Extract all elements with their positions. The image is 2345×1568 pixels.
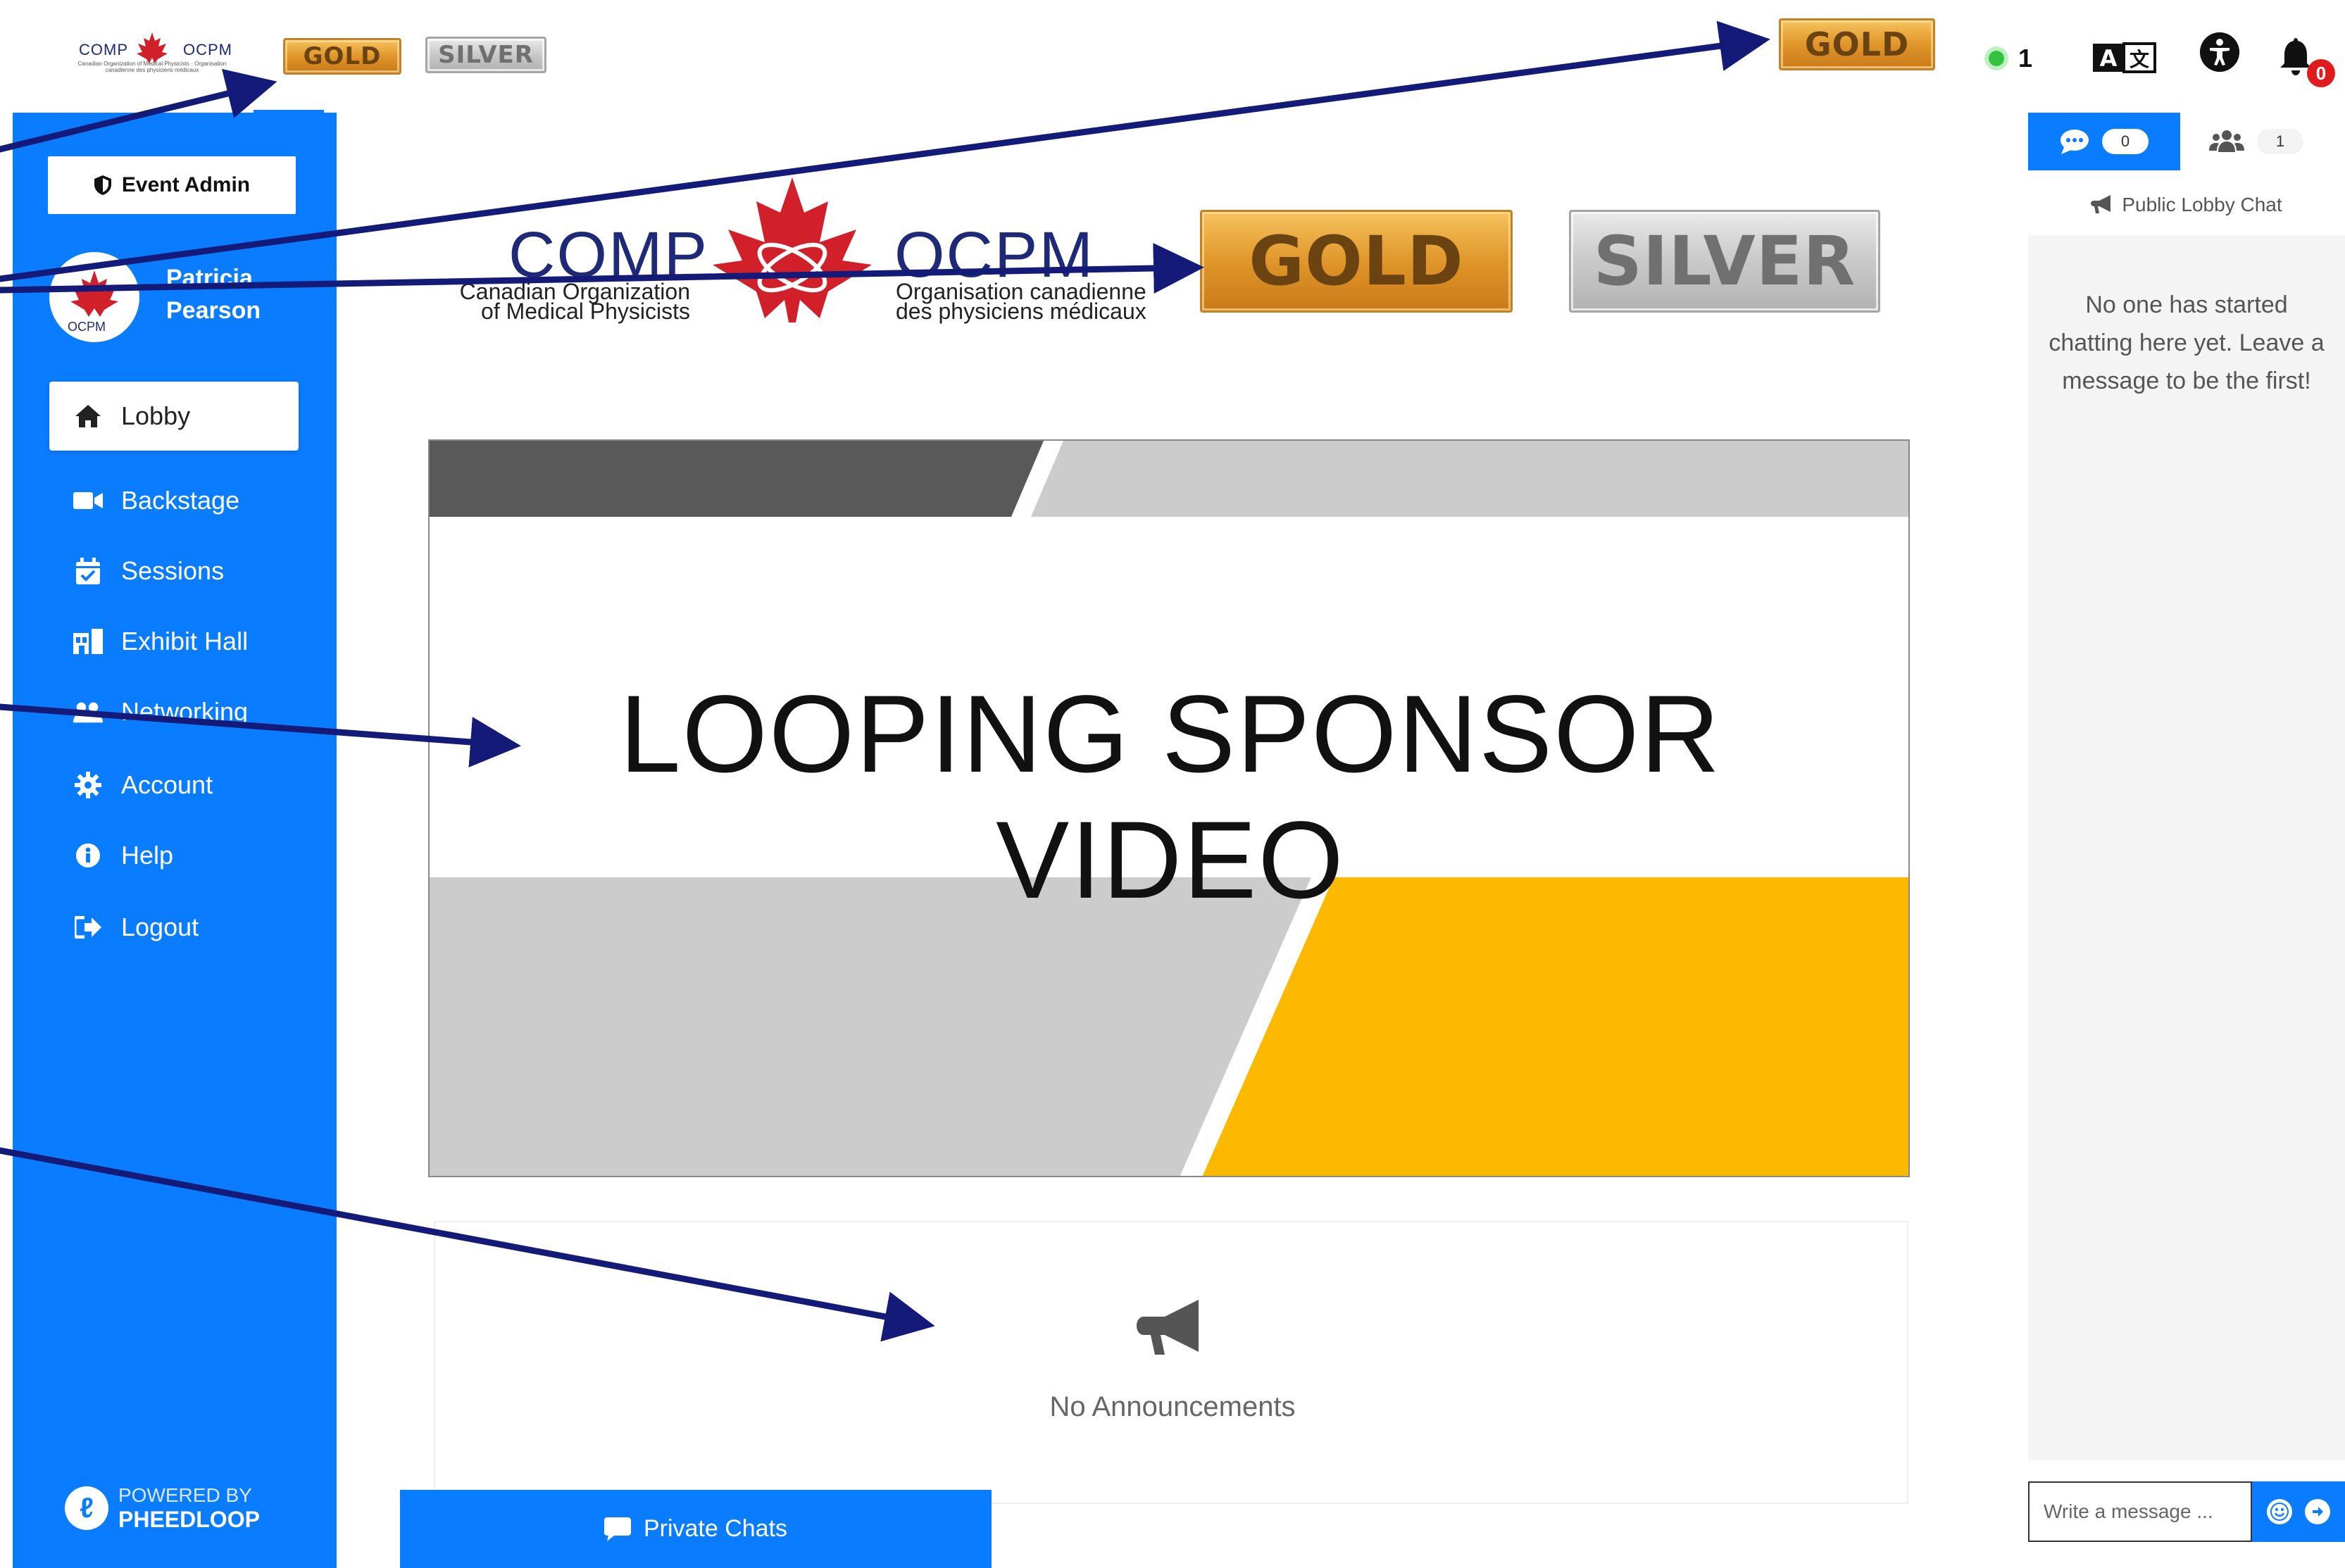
chat-count: 0 <box>2102 129 2149 154</box>
silver-sponsor-badge-large[interactable]: SILVER <box>1569 210 1880 313</box>
chat-messages-area[interactable]: No one has started chatting here yet. Le… <box>2028 235 2345 1460</box>
tab-attendees[interactable]: 1 <box>2180 113 2332 170</box>
header-logo-comp: COMP <box>79 41 128 58</box>
emoji-icon[interactable] <box>2267 1499 2292 1524</box>
chat-tabs: 0 1 <box>2028 113 2345 170</box>
sidebar-item-exhibit-hall[interactable]: Exhibit Hall <box>49 607 299 676</box>
sidebar-item-lobby[interactable]: Lobby <box>49 382 299 451</box>
private-chats-label: Private Chats <box>643 1515 788 1542</box>
online-dot-icon <box>1989 51 2004 66</box>
user-last-name: Pearson <box>166 297 261 324</box>
notification-count-badge: 0 <box>2307 59 2335 87</box>
gold-sponsor-badge-small[interactable]: GOLD <box>283 38 401 75</box>
logout-icon <box>73 912 103 942</box>
user-first-name: Patricia <box>166 265 253 291</box>
maple-leaf-icon <box>137 32 168 63</box>
home-icon <box>73 401 103 431</box>
chat-empty-message: No one has started chatting here yet. Le… <box>2049 291 2325 394</box>
gold-sponsor-badge-large[interactable]: GOLD <box>1200 210 1513 313</box>
header-logo-ocpm: OCPM <box>183 41 232 58</box>
private-chats-button[interactable]: Private Chats <box>400 1490 992 1568</box>
online-count: 1 <box>2018 44 2033 73</box>
svg-text:A: A <box>2100 45 2118 72</box>
maple-leaf-logo-icon <box>713 177 872 322</box>
sidebar-item-label: Networking <box>121 697 249 726</box>
video-title: LOOPING SPONSOR VIDEO <box>619 673 1722 922</box>
sidebar-item-label: Account <box>121 770 213 799</box>
avatar-text: OCPM <box>68 320 106 334</box>
bullhorn-icon <box>2091 195 2111 213</box>
chat-heading-label: Public Lobby Chat <box>2122 194 2282 215</box>
sidebar-item-label: Sessions <box>121 556 225 585</box>
chat-bubble-icon <box>604 1517 631 1541</box>
sidebar-item-account[interactable]: Account <box>49 751 299 820</box>
info-icon <box>73 841 103 870</box>
powered-by-brand: PHEEDLOOP <box>118 1507 260 1532</box>
megaphone-icon <box>1137 1300 1199 1355</box>
powered-by-label: POWERED BY <box>118 1484 252 1506</box>
header-logo[interactable]: COMP OCPM Canadian Organization of Medic… <box>65 28 239 82</box>
tab-chat[interactable]: 0 <box>2028 113 2180 170</box>
users-icon <box>2209 130 2244 152</box>
chat-composer <box>2028 1481 2345 1542</box>
exhibit-hall-icon <box>73 627 103 656</box>
event-admin-button[interactable]: Event Admin <box>48 156 296 214</box>
online-status: 1 <box>1989 44 2032 73</box>
video-camera-icon <box>73 486 103 515</box>
comment-dots-icon <box>2061 130 2089 154</box>
chat-actions <box>2252 1481 2345 1542</box>
chat-heading: Public Lobby Chat <box>2028 180 2345 230</box>
accessibility-icon[interactable] <box>2200 32 2239 72</box>
sidebar-top-edge <box>254 110 324 118</box>
users-icon <box>73 697 103 727</box>
sidebar-item-help[interactable]: Help <box>49 821 299 890</box>
pheedloop-logo-icon: ℓ <box>65 1486 108 1530</box>
silver-sponsor-badge-small[interactable]: SILVER <box>425 37 546 73</box>
banner-french-line2: des physiciens médicaux <box>896 299 1146 324</box>
sidebar-item-networking[interactable]: Networking <box>49 677 299 746</box>
sidebar-item-sessions[interactable]: Sessions <box>49 537 299 606</box>
sidebar-item-logout[interactable]: Logout <box>49 893 299 962</box>
sponsor-video-player[interactable]: LOOPING SPONSOR VIDEO <box>428 439 1910 1177</box>
sidebar-item-label: Backstage <box>121 486 240 515</box>
sidebar-item-label: Help <box>121 841 174 870</box>
avatar[interactable]: OCPM <box>49 252 139 342</box>
sidebar-item-label: Exhibit Hall <box>121 627 249 656</box>
gold-sponsor-badge-right[interactable]: GOLD <box>1779 18 1935 70</box>
attendee-count: 1 <box>2257 129 2303 154</box>
send-icon[interactable] <box>2305 1499 2330 1524</box>
chat-message-input[interactable] <box>2028 1481 2252 1542</box>
sidebar-item-backstage[interactable]: Backstage <box>49 466 299 535</box>
top-bar: COMP OCPM Canadian Organization of Medic… <box>0 0 2345 113</box>
calendar-check-icon <box>73 556 103 586</box>
gear-icon <box>73 770 103 800</box>
sidebar-item-label: Lobby <box>121 401 191 430</box>
banner-english-line2: of Medical Physicists <box>481 299 690 324</box>
powered-by-pheedloop[interactable]: ℓ POWERED BY PHEEDLOOP <box>65 1484 260 1532</box>
translate-icon[interactable]: A 文 <box>2093 39 2158 75</box>
shield-icon <box>94 175 111 195</box>
no-announcements-text: No Announcements <box>1049 1391 1296 1422</box>
event-admin-label: Event Admin <box>121 173 251 196</box>
sidebar-item-label: Logout <box>121 912 199 941</box>
svg-text:文: 文 <box>2130 48 2149 71</box>
page: COMP OCPM Canadian Organization of Medic… <box>0 0 2345 1568</box>
sidebar: Event Admin OCPM Patricia Pearson Lobby … <box>13 113 337 1568</box>
announcements-panel: No Announcements <box>434 1221 1908 1504</box>
header-logo-subtitle: Canadian Organization of Medical Physici… <box>77 61 227 73</box>
organization-logo-banner: COMP OCPM Canadian Organization of Medic… <box>451 175 1183 330</box>
